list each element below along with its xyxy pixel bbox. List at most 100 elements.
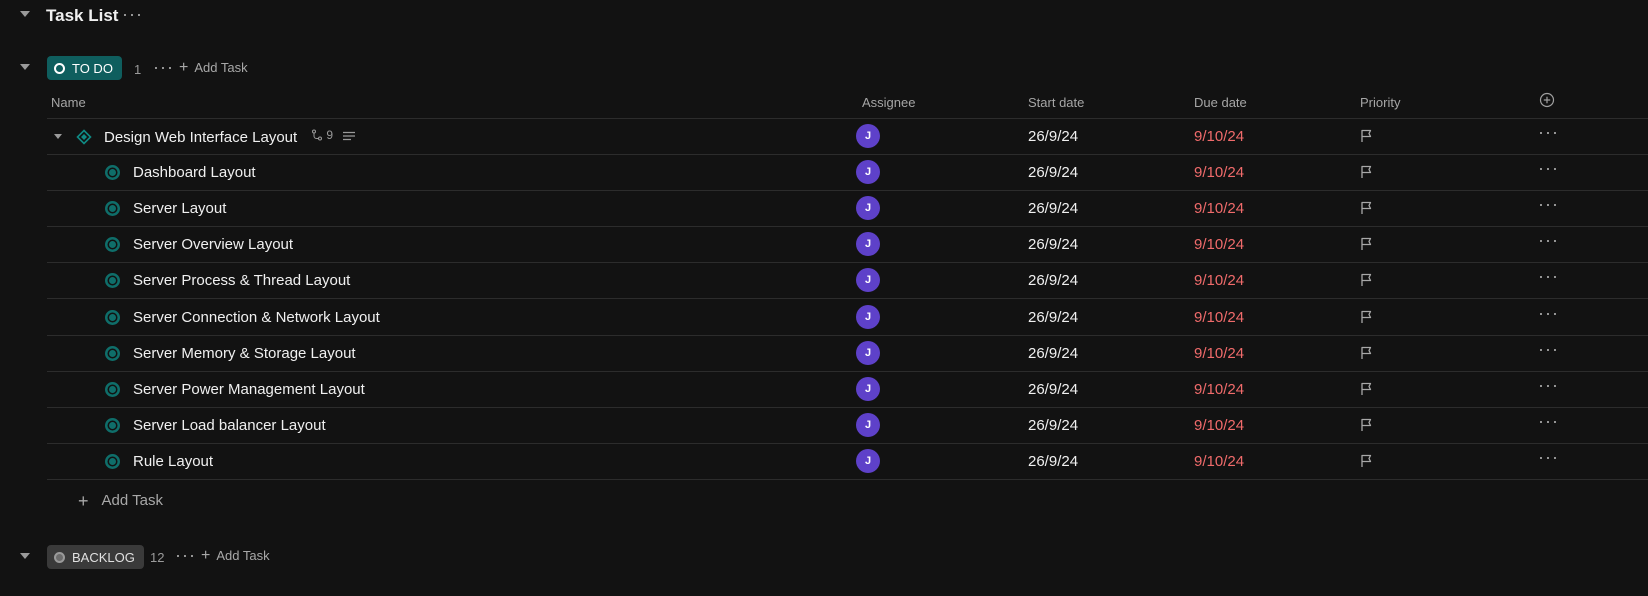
- inline-add-task-button[interactable]: + Add Task: [78, 492, 163, 510]
- subtask-status-icon[interactable]: [105, 273, 120, 288]
- priority-flag-icon[interactable]: [1360, 165, 1374, 179]
- due-date[interactable]: 9/10/24: [1194, 345, 1244, 362]
- start-date[interactable]: 26/9/24: [1028, 381, 1078, 398]
- todo-add-task-button[interactable]: + Add Task: [179, 59, 248, 75]
- column-header-name[interactable]: Name: [51, 95, 86, 110]
- subtask-name[interactable]: Rule Layout: [133, 453, 213, 470]
- column-header-start-date[interactable]: Start date: [1028, 95, 1084, 110]
- avatar[interactable]: J: [856, 341, 880, 365]
- column-header-priority[interactable]: Priority: [1360, 95, 1400, 110]
- priority-flag-icon[interactable]: [1360, 454, 1374, 468]
- priority-flag-icon[interactable]: [1360, 273, 1374, 287]
- task-diamond-status-icon[interactable]: [76, 129, 92, 145]
- subtask-status-icon[interactable]: [105, 310, 120, 325]
- todo-group-more-options-icon[interactable]: ···: [153, 58, 174, 76]
- row-more-options-icon[interactable]: ···: [1538, 448, 1559, 466]
- backlog-group-collapse-caret-icon[interactable]: [20, 553, 30, 559]
- table-row[interactable]: Design Web Interface Layout 9 J 26/9/24 …: [47, 119, 1648, 155]
- row-more-options-icon[interactable]: ···: [1538, 376, 1559, 394]
- start-date[interactable]: 26/9/24: [1028, 200, 1078, 217]
- priority-flag-icon[interactable]: [1360, 418, 1374, 432]
- due-date[interactable]: 9/10/24: [1194, 417, 1244, 434]
- subtask-status-icon[interactable]: [105, 382, 120, 397]
- subtask-name[interactable]: Server Load balancer Layout: [133, 417, 326, 434]
- row-more-options-icon[interactable]: ···: [1538, 231, 1559, 249]
- backlog-status-badge[interactable]: BACKLOG: [47, 545, 144, 569]
- subtask-name[interactable]: Server Connection & Network Layout: [133, 309, 380, 326]
- priority-flag-icon[interactable]: [1360, 237, 1374, 251]
- todo-status-badge[interactable]: TO DO: [47, 56, 122, 80]
- table-row[interactable]: Server Load balancer Layout J 26/9/24 9/10/…: [47, 408, 1648, 444]
- priority-flag-icon[interactable]: [1360, 201, 1374, 215]
- due-date[interactable]: 9/10/24: [1194, 453, 1244, 470]
- due-date[interactable]: 9/10/24: [1194, 200, 1244, 217]
- table-row[interactable]: Server Power Management Layout J 26/9/24 9/…: [47, 372, 1648, 408]
- table-row[interactable]: Server Overview Layout J 26/9/24 9/10/24 ···: [47, 227, 1648, 263]
- due-date[interactable]: 9/10/24: [1194, 381, 1244, 398]
- avatar[interactable]: J: [856, 124, 880, 148]
- start-date[interactable]: 26/9/24: [1028, 453, 1078, 470]
- start-date[interactable]: 26/9/24: [1028, 417, 1078, 434]
- avatar[interactable]: J: [856, 449, 880, 473]
- task-list-collapse-caret-icon[interactable]: [20, 11, 30, 17]
- priority-flag-icon[interactable]: [1360, 346, 1374, 360]
- backlog-add-task-button[interactable]: + Add Task: [201, 547, 270, 563]
- column-header-assignee[interactable]: Assignee: [862, 95, 915, 110]
- start-date[interactable]: 26/9/24: [1028, 236, 1078, 253]
- subtask-status-icon[interactable]: [105, 454, 120, 469]
- table-row[interactable]: Server Connection & Network Layout J 26/9/…: [47, 300, 1648, 336]
- row-more-options-icon[interactable]: ···: [1538, 195, 1559, 213]
- table-row[interactable]: Rule Layout J 26/9/24 9/10/24 ···: [47, 444, 1648, 480]
- row-more-options-icon[interactable]: ···: [1538, 304, 1559, 322]
- subtask-count-badge[interactable]: 9: [311, 128, 333, 142]
- parent-task-collapse-caret-icon[interactable]: [54, 134, 62, 139]
- backlog-group-more-options-icon[interactable]: ···: [175, 546, 196, 564]
- table-row[interactable]: Server Layout J 26/9/24 9/10/24 ···: [47, 191, 1648, 227]
- row-more-options-icon[interactable]: ···: [1538, 412, 1559, 430]
- subtask-name[interactable]: Server Process & Thread Layout: [133, 272, 350, 289]
- start-date[interactable]: 26/9/24: [1028, 272, 1078, 289]
- subtask-name[interactable]: Server Overview Layout: [133, 236, 293, 253]
- due-date[interactable]: 9/10/24: [1194, 309, 1244, 326]
- avatar[interactable]: J: [856, 196, 880, 220]
- row-more-options-icon[interactable]: ···: [1538, 123, 1559, 141]
- table-row[interactable]: Server Process & Thread Layout J 26/9/24 9/…: [47, 263, 1648, 299]
- subtask-name[interactable]: Server Power Management Layout: [133, 381, 365, 398]
- subtask-status-icon[interactable]: [105, 418, 120, 433]
- avatar[interactable]: J: [856, 377, 880, 401]
- parent-task-name[interactable]: Design Web Interface Layout 9: [104, 128, 356, 146]
- description-lines-icon[interactable]: [343, 131, 356, 141]
- avatar[interactable]: J: [856, 160, 880, 184]
- start-date[interactable]: 26/9/24: [1028, 345, 1078, 362]
- priority-flag-icon[interactable]: [1360, 382, 1374, 396]
- task-list-more-options-icon[interactable]: ···: [122, 5, 143, 23]
- avatar[interactable]: J: [856, 268, 880, 292]
- subtask-status-icon[interactable]: [105, 165, 120, 180]
- due-date[interactable]: 9/10/24: [1194, 236, 1244, 253]
- todo-group-collapse-caret-icon[interactable]: [20, 64, 30, 70]
- column-header-due-date[interactable]: Due date: [1194, 95, 1247, 110]
- avatar[interactable]: J: [856, 413, 880, 437]
- avatar[interactable]: J: [856, 305, 880, 329]
- subtask-status-icon[interactable]: [105, 201, 120, 216]
- add-column-icon[interactable]: [1539, 92, 1555, 108]
- due-date[interactable]: 9/10/24: [1194, 164, 1244, 181]
- subtask-name[interactable]: Server Memory & Storage Layout: [133, 345, 356, 362]
- avatar[interactable]: J: [856, 232, 880, 256]
- subtask-name[interactable]: Server Layout: [133, 200, 226, 217]
- due-date[interactable]: 9/10/24: [1194, 128, 1244, 145]
- start-date[interactable]: 26/9/24: [1028, 164, 1078, 181]
- start-date[interactable]: 26/9/24: [1028, 309, 1078, 326]
- due-date[interactable]: 9/10/24: [1194, 272, 1244, 289]
- priority-flag-icon[interactable]: [1360, 129, 1374, 143]
- subtask-status-icon[interactable]: [105, 346, 120, 361]
- table-row[interactable]: Dashboard Layout J 26/9/24 9/10/24 ···: [47, 155, 1648, 191]
- table-row[interactable]: Server Memory & Storage Layout J 26/9/24 9/…: [47, 336, 1648, 372]
- subtask-status-icon[interactable]: [105, 237, 120, 252]
- row-more-options-icon[interactable]: ···: [1538, 340, 1559, 358]
- row-more-options-icon[interactable]: ···: [1538, 159, 1559, 177]
- row-more-options-icon[interactable]: ···: [1538, 267, 1559, 285]
- subtask-name[interactable]: Dashboard Layout: [133, 164, 256, 181]
- start-date[interactable]: 26/9/24: [1028, 128, 1078, 145]
- priority-flag-icon[interactable]: [1360, 310, 1374, 324]
